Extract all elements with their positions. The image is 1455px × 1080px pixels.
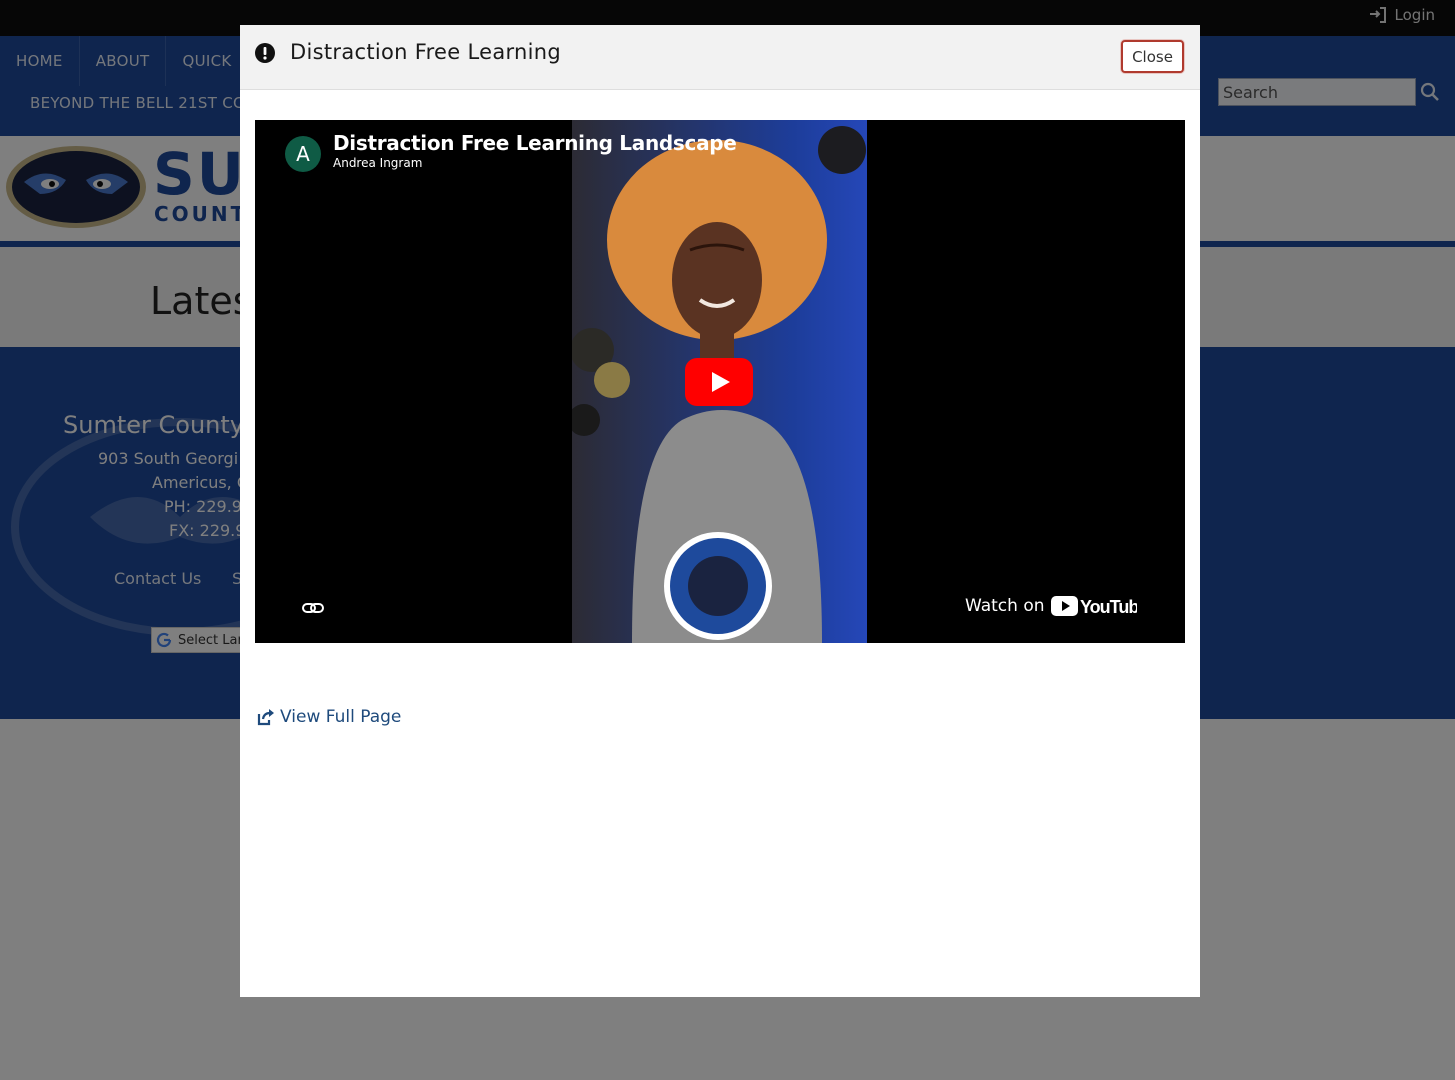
modal-title: Distraction Free Learning <box>290 40 562 64</box>
view-full-page-link[interactable]: View Full Page <box>256 707 401 727</box>
watch-on-label: Watch on <box>965 596 1045 616</box>
video-modal: Distraction Free Learning Close A Distra… <box>240 25 1200 997</box>
exclamation-circle-icon <box>255 43 275 63</box>
video-channel-name[interactable]: Andrea Ingram <box>333 156 422 170</box>
copy-link-icon[interactable] <box>301 596 325 620</box>
external-share-icon <box>257 709 274 726</box>
channel-initial: A <box>296 142 310 166</box>
youtube-video-embed[interactable]: A Distraction Free Learning Landscape An… <box>255 120 1185 643</box>
youtube-logo-icon: YouTube <box>1050 596 1137 617</box>
watch-on-youtube-link[interactable]: Watch on YouTube <box>965 594 1137 618</box>
youtube-wordmark: YouTube <box>1080 597 1137 617</box>
channel-avatar[interactable]: A <box>285 136 321 172</box>
view-full-page-label: View Full Page <box>280 707 402 727</box>
video-title[interactable]: Distraction Free Learning Landscape <box>333 131 737 155</box>
modal-header: Distraction Free Learning Close <box>240 25 1200 90</box>
play-button-icon[interactable] <box>685 358 753 406</box>
close-button[interactable]: Close <box>1121 40 1184 73</box>
